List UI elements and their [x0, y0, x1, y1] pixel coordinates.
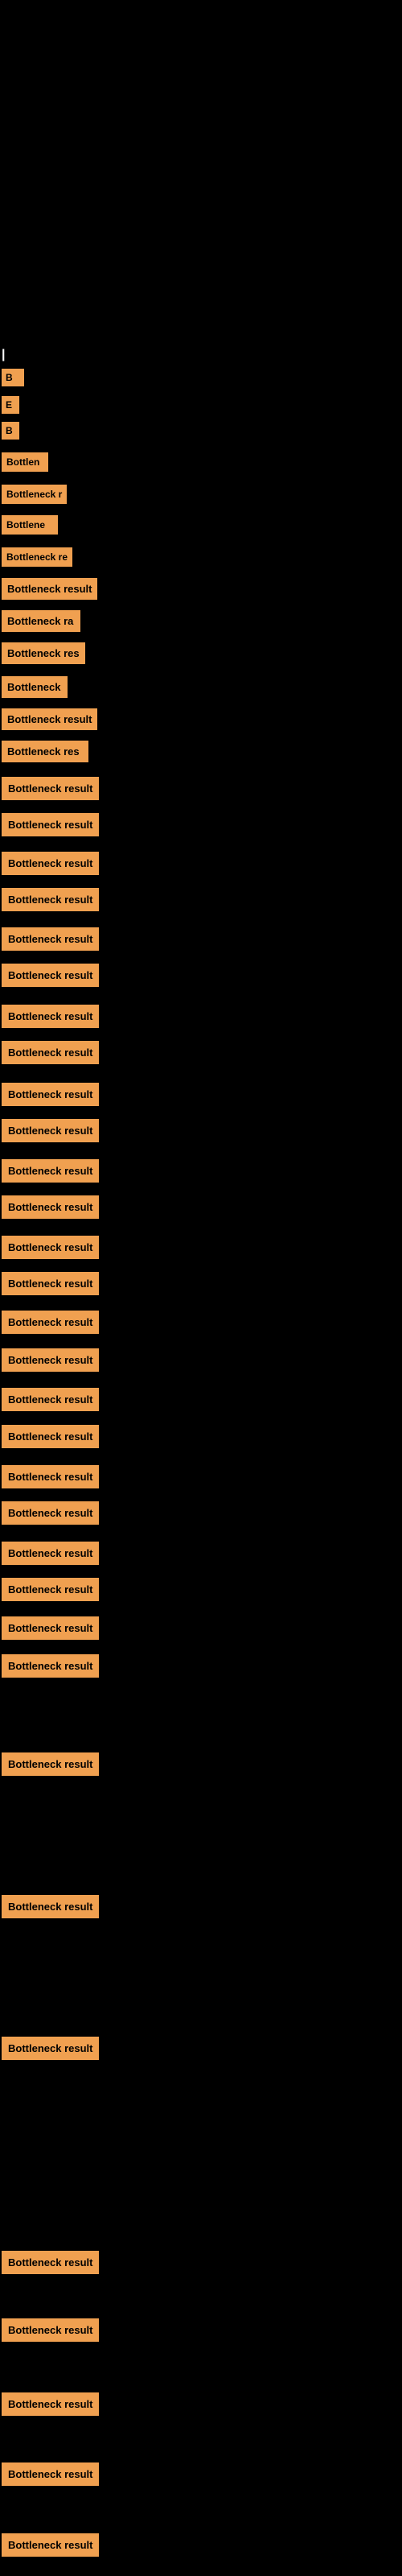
result-block-bottlene: Bottlene: [2, 515, 58, 535]
result-block-bottleneck-result-24: Bottleneck result: [2, 1578, 99, 1601]
result-block-bottleneck-result-14: Bottleneck result: [2, 1195, 99, 1219]
result-block-bottleneck-result-22: Bottleneck result: [2, 1501, 99, 1525]
result-block-bottleneck-result-4: Bottleneck result: [2, 813, 99, 836]
result-block-bottleneck-r: Bottleneck r: [2, 485, 67, 504]
result-block-bottleneck-re: Bottleneck re: [2, 547, 72, 567]
result-block-bottleneck-result-12: Bottleneck result: [2, 1119, 99, 1142]
result-block-bottleneck-result-2: Bottleneck result: [2, 708, 97, 730]
result-block-bottleneck-result-34: Bottleneck result: [2, 2533, 99, 2557]
result-block-bottleneck-only: Bottleneck: [2, 676, 68, 698]
result-block-b1: B: [2, 369, 24, 386]
result-block-bottleneck-result-21: Bottleneck result: [2, 1465, 99, 1488]
result-block-bottleneck-result-9: Bottleneck result: [2, 1005, 99, 1028]
result-block-bottleneck-result-17: Bottleneck result: [2, 1311, 99, 1334]
result-block-bottleneck-result-10: Bottleneck result: [2, 1041, 99, 1064]
result-block-bottleneck-result-28: Bottleneck result: [2, 1895, 99, 1918]
result-block-bottleneck-result-13: Bottleneck result: [2, 1159, 99, 1183]
result-block-bottleneck-result-8: Bottleneck result: [2, 964, 99, 987]
result-block-bottleneck-result-19: Bottleneck result: [2, 1388, 99, 1411]
result-block-bottleneck-result-25: Bottleneck result: [2, 1616, 99, 1640]
result-block-bottleneck-result-3: Bottleneck result: [2, 777, 99, 800]
result-block-bottleneck-result-30: Bottleneck result: [2, 2251, 99, 2274]
result-block-bottleneck-result-11: Bottleneck result: [2, 1083, 99, 1106]
result-block-bottleneck-result-15: Bottleneck result: [2, 1236, 99, 1259]
result-block-bottleneck-result-6: Bottleneck result: [2, 888, 99, 911]
result-block-bottleneck-result-16: Bottleneck result: [2, 1272, 99, 1295]
result-block-bottleneck-ra: Bottleneck ra: [2, 610, 80, 632]
result-block-bottleneck-result-20: Bottleneck result: [2, 1425, 99, 1448]
result-block-bottleneck-result-29: Bottleneck result: [2, 2037, 99, 2060]
result-block-bottleneck-result-26: Bottleneck result: [2, 1654, 99, 1678]
section-indicator: |: [2, 348, 5, 362]
result-block-b2: B: [2, 422, 19, 440]
result-block-bottleneck-result-33: Bottleneck result: [2, 2462, 99, 2486]
result-block-bottleneck-result-31: Bottleneck result: [2, 2318, 99, 2342]
result-block-bottleneck-result-23: Bottleneck result: [2, 1542, 99, 1565]
result-block-bottleneck-res: Bottleneck res: [2, 642, 85, 664]
result-block-bottlen: Bottlen: [2, 452, 48, 472]
result-block-bottleneck-result-5: Bottleneck result: [2, 852, 99, 875]
result-block-bottleneck-result-27: Bottleneck result: [2, 1752, 99, 1776]
result-block-bottleneck-result-7: Bottleneck result: [2, 927, 99, 951]
result-block-e1: E: [2, 396, 19, 414]
result-block-bottleneck-result-1: Bottleneck result: [2, 578, 97, 600]
result-block-bottleneck-res2: Bottleneck res: [2, 741, 88, 762]
result-block-bottleneck-result-18: Bottleneck result: [2, 1348, 99, 1372]
result-block-bottleneck-result-32: Bottleneck result: [2, 2392, 99, 2416]
main-content: | B E B Bottlen Bottleneck r Bottlene Bo…: [0, 0, 402, 2576]
